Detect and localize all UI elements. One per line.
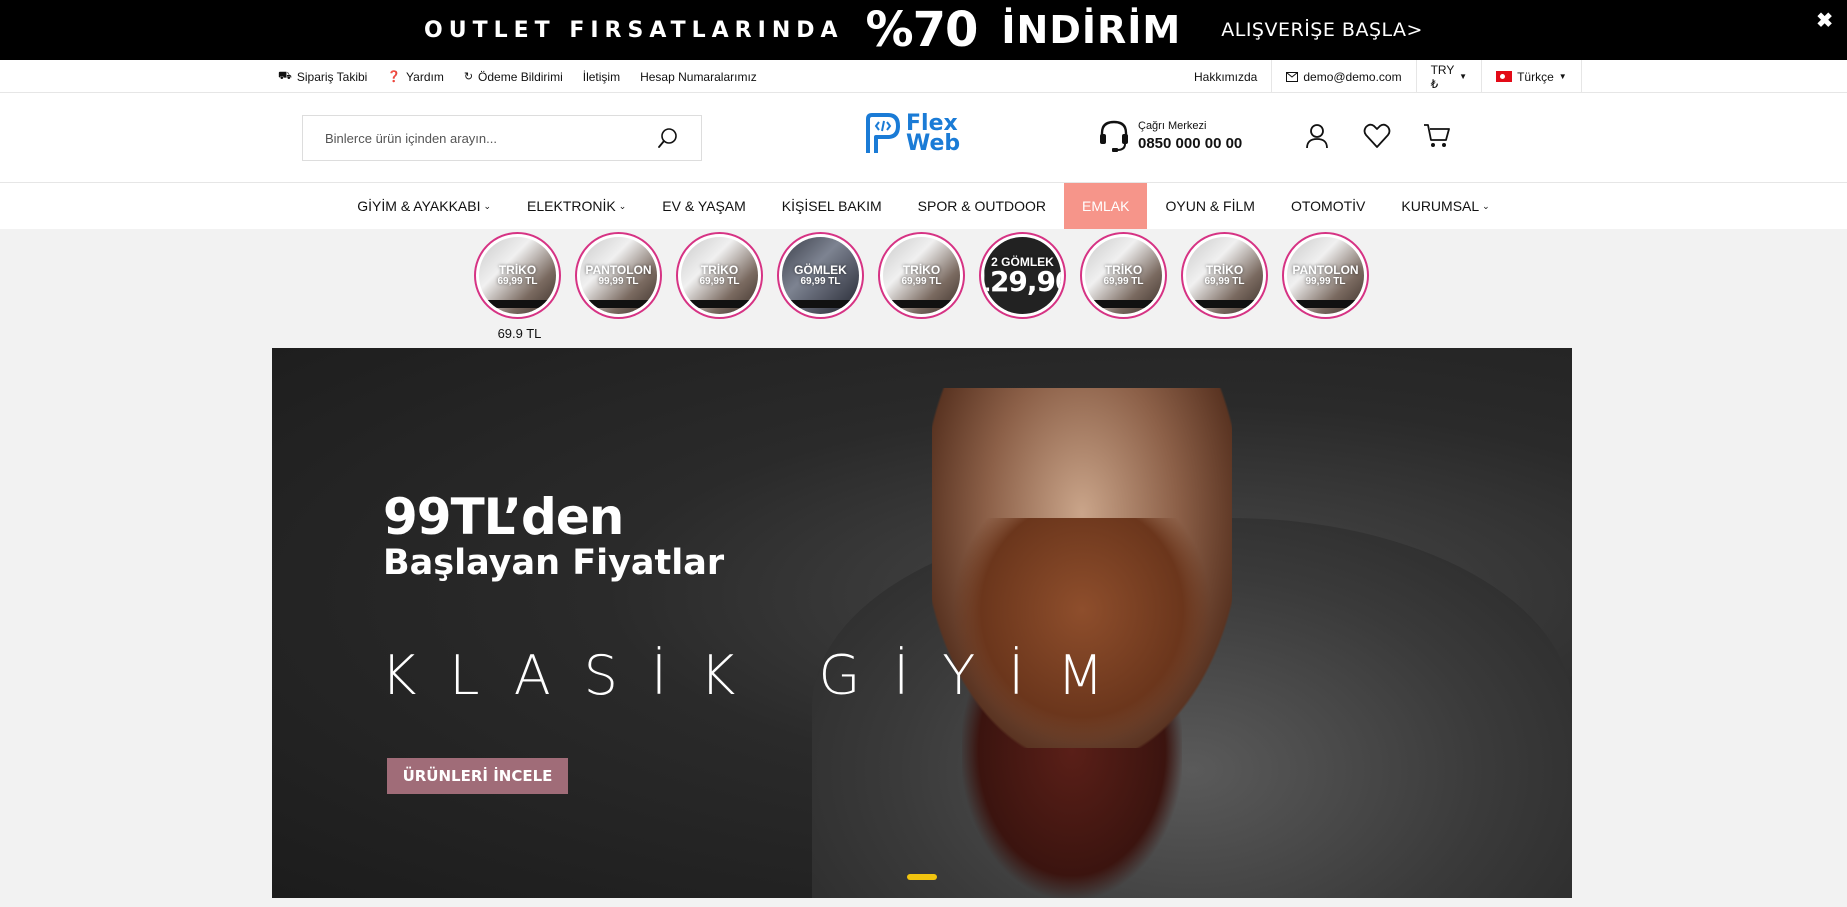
story-item[interactable]: TRİKO 69,99 TL (1181, 232, 1268, 319)
story-item[interactable]: TRİKO 69,99 TL (474, 232, 561, 319)
help-icon: ❓ (387, 71, 402, 83)
caret-down-icon: ▼ (1459, 72, 1468, 81)
story-item[interactable]: 2 GÖMLEK129,90 (979, 232, 1066, 319)
logo-text: Flex Web (906, 113, 961, 156)
caret-down-icon: ▼ (1558, 72, 1567, 81)
headset-icon (1100, 120, 1128, 152)
nav-item-label: ELEKTRONİK (527, 198, 616, 214)
top-links-bar: ⛟ Sipariş Takibi ❓ Yardım ↻ Ödeme Bildirimi… (0, 60, 1847, 93)
user-icon[interactable] (1302, 121, 1332, 151)
nav-item-label: GİYİM & AYAKKABI (357, 198, 481, 214)
payment-notification-link[interactable]: ↻ Ödeme Bildirimi (464, 70, 563, 84)
order-tracking-link[interactable]: ⛟ Sipariş Takibi (278, 70, 367, 84)
logo-line-2: Web (906, 131, 961, 156)
call-center[interactable]: Çağrı Merkezi 0850 000 00 00 (1098, 119, 1242, 153)
story-item[interactable]: TRİKO 69,99 TL (676, 232, 763, 319)
hero-headline: 99TL’den (383, 488, 624, 546)
flexweb-logo-icon (866, 113, 900, 153)
story-item[interactable]: PANTOLON 99,99 TL (575, 232, 662, 319)
story-price: 69,99 TL (497, 276, 538, 287)
story-price: 99,99 TL (598, 276, 639, 287)
promo-text-outlet: OUTLET FIRSATLARINDA (424, 17, 844, 43)
story-price: 69,99 TL (1204, 276, 1245, 287)
site-logo[interactable]: Flex Web (864, 113, 960, 155)
nav-item-clothing[interactable]: GİYİM & AYAKKABI ⌄ (339, 183, 509, 229)
main-nav: GİYİM & AYAKKABI ⌄ ELEKTRONİK ⌄ EV & YAŞAM… (0, 183, 1847, 229)
story-price: 99,99 TL (1305, 276, 1346, 287)
promo-shop-link[interactable]: ALIŞVERİŞE BAŞLA> (1221, 19, 1423, 41)
story-title: TRİKO (1104, 263, 1143, 277)
language-select[interactable]: Türkçe ▼ (1481, 60, 1582, 93)
heart-icon[interactable] (1362, 121, 1392, 151)
story-item[interactable]: GÖMLEK 69,99 TL (777, 232, 864, 319)
order-tracking-label: Sipariş Takibi (296, 69, 368, 84)
top-links-right: Hakkımızda demo@demo.com TRY ₺ ▼ Türkçe ▼ (1180, 60, 1582, 93)
currency-select[interactable]: TRY ₺ ▼ (1415, 60, 1482, 93)
nav-item-corporate[interactable]: KURUMSAL ⌄ (1383, 183, 1507, 229)
contact-link[interactable]: İletişim (583, 70, 620, 84)
story-item[interactable]: TRİKO 69,99 TL (878, 232, 965, 319)
turkey-flag-icon (1496, 71, 1513, 82)
story-title: TRİKO (498, 263, 537, 277)
payment-notification-label: Ödeme Bildirimi (478, 69, 563, 84)
story-price: 129,90 (984, 264, 1061, 298)
call-center-label: Çağrı Merkezi (1138, 120, 1207, 132)
story-title: TRİKO (1205, 263, 1244, 277)
help-label: Yardım (406, 69, 444, 84)
top-links-left: ⛟ Sipariş Takibi ❓ Yardım ↻ Ödeme Bildirimi… (278, 60, 757, 93)
help-link[interactable]: ❓ Yardım (387, 70, 444, 84)
hero-tagline: KLASİK GİYİM (381, 644, 1137, 707)
language-label: Türkçe (1517, 69, 1554, 84)
site-header: Flex Web Çağrı Merkezi 0850 000 00 00 (0, 93, 1847, 183)
cart-icon[interactable] (1422, 121, 1452, 151)
search-box (302, 115, 702, 161)
email-link[interactable]: demo@demo.com (1271, 60, 1415, 93)
story-price: 69,99 TL (901, 276, 942, 287)
search-icon[interactable] (657, 127, 679, 149)
hero-slider[interactable]: 99TL’den Başlayan Fiyatlar KLASİK GİYİM … (272, 348, 1572, 898)
refresh-icon: ↻ (463, 71, 474, 83)
call-center-number: 0850 000 00 00 (1138, 135, 1243, 152)
bank-accounts-link[interactable]: Hesap Numaralarımız (640, 70, 757, 84)
nav-item-real-estate[interactable]: EMLAK (1064, 183, 1148, 229)
story-title: TRİKO (700, 263, 739, 277)
story-item[interactable]: TRİKO 69,99 TL (1080, 232, 1167, 319)
story-caption: 69.9 TL (497, 326, 542, 341)
story-title: GÖMLEK (794, 263, 847, 277)
call-center-text: Çağrı Merkezi 0850 000 00 00 (1138, 120, 1242, 152)
slider-dot-active[interactable] (907, 874, 937, 880)
promo-text-discount: İNDİRİM (1001, 8, 1182, 52)
hero-subheadline: Başlayan Fiyatlar (383, 543, 725, 583)
promo-text-percent: %70 (865, 2, 979, 58)
nav-item-games-film[interactable]: OYUN & FİLM (1147, 183, 1272, 229)
story-title: PANTOLON (585, 263, 652, 277)
chevron-down-icon: ⌄ (618, 200, 627, 211)
nav-item-label: KURUMSAL (1401, 198, 1480, 214)
nav-item-electronics[interactable]: ELEKTRONİK ⌄ (509, 183, 644, 229)
story-price: 69,99 TL (699, 276, 740, 287)
story-price: 69,99 TL (1103, 276, 1144, 287)
nav-item-sports[interactable]: SPOR & OUTDOOR (900, 183, 1064, 229)
nav-item-automotive[interactable]: OTOMOTİV (1273, 183, 1383, 229)
story-carousel: TRİKO 69,99 TL PANTOLON 99,99 TL TRİKO 69,9… (474, 232, 1369, 319)
story-title: TRİKO (902, 263, 941, 277)
nav-item-home[interactable]: EV & YAŞAM (644, 183, 764, 229)
header-icons (1302, 121, 1452, 151)
story-price: 69,99 TL (800, 276, 841, 287)
email-label: demo@demo.com (1303, 69, 1402, 84)
hero-image-beard (952, 518, 1212, 748)
truck-icon: ⛟ (278, 69, 292, 82)
story-title: PANTOLON (1292, 263, 1359, 277)
envelope-icon (1286, 71, 1299, 82)
hero-cta-button[interactable]: ÜRÜNLERİ İNCELE (387, 758, 568, 794)
story-item[interactable]: PANTOLON 99,99 TL (1282, 232, 1369, 319)
promo-banner[interactable]: OUTLET FIRSATLARINDA %70 İNDİRİM ALIŞVER… (0, 0, 1847, 60)
about-link[interactable]: Hakkımızda (1180, 60, 1271, 93)
currency-label: TRY ₺ (1430, 62, 1455, 91)
search-input[interactable] (325, 130, 657, 146)
chevron-down-icon: ⌄ (483, 200, 492, 211)
close-icon[interactable]: ✖ (1816, 8, 1833, 33)
chevron-down-icon: ⌄ (1482, 200, 1490, 211)
nav-item-personal-care[interactable]: KİŞİSEL BAKIM (764, 183, 900, 229)
